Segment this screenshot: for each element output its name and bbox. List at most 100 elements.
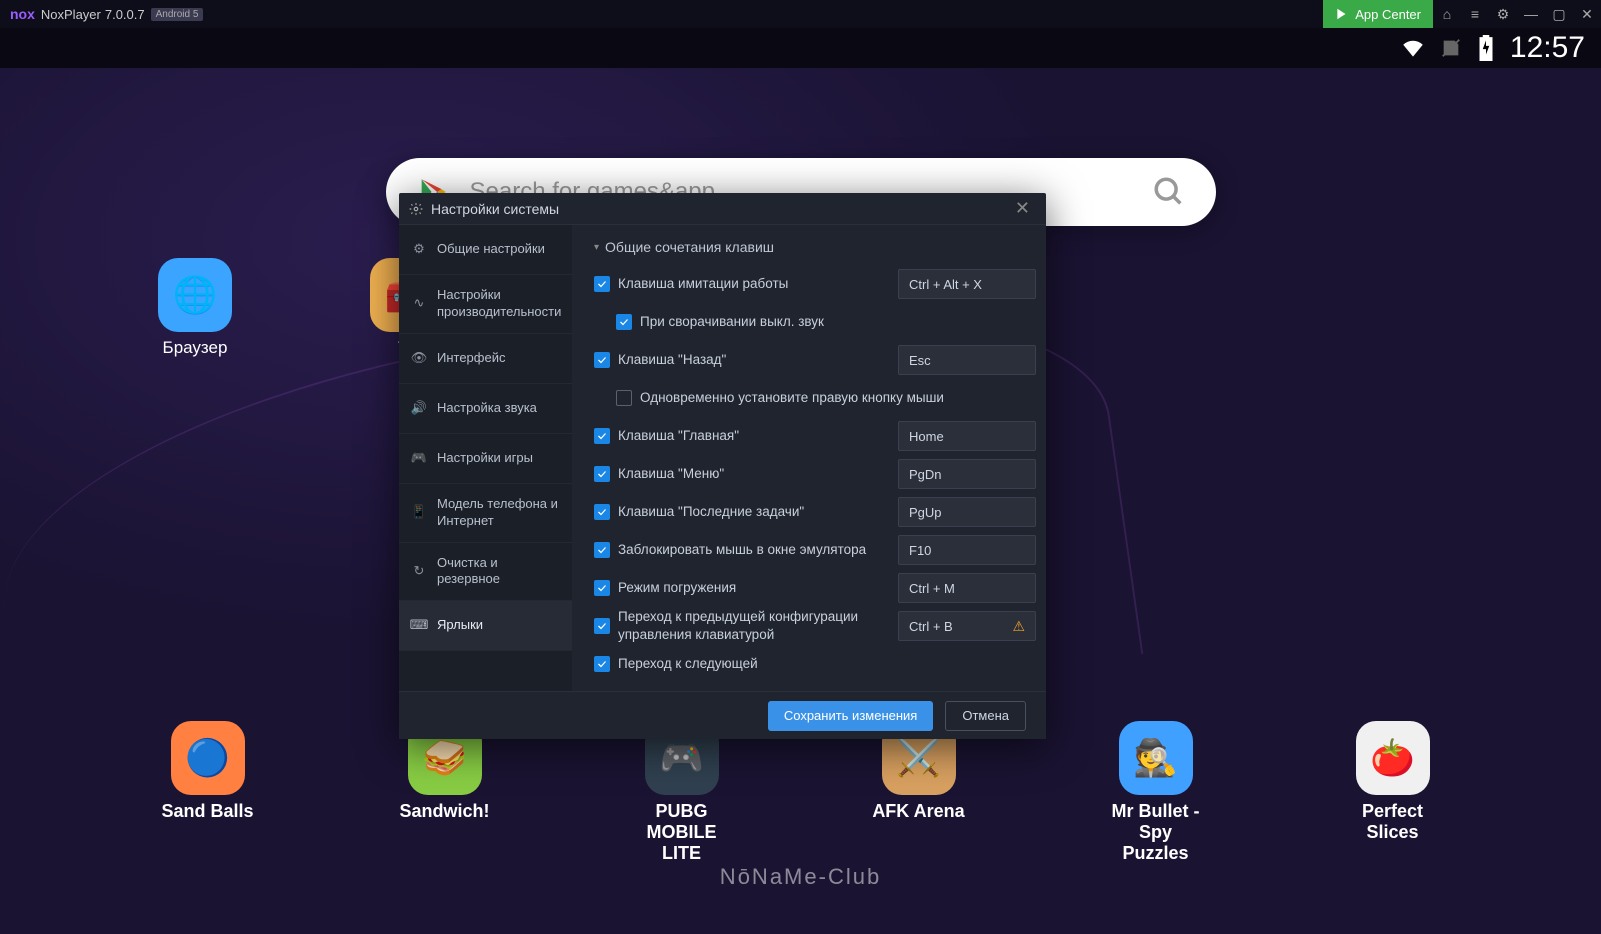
setting-label: Клавиша "Главная" — [618, 427, 890, 445]
sidebar-item[interactable]: 🔊 Настройка звука — [399, 384, 572, 434]
desktop: 🌐Браузер🧰To 🔵Sand Balls🥪Sandwich!🎮PUBG M… — [0, 68, 1601, 934]
sidebar-item[interactable]: 👁Интерфейс — [399, 334, 572, 384]
dialog-close-icon[interactable]: ✕ — [1009, 196, 1036, 221]
appcenter-button[interactable]: App Center — [1323, 0, 1433, 28]
setting-row: Режим погружения Ctrl + M — [594, 569, 1036, 607]
sidebar-label: Модель телефона и Интернет — [437, 496, 560, 530]
sidebar-label: Настройки производительности — [437, 287, 561, 321]
gear-icon — [409, 202, 423, 216]
app-label: Sand Balls — [161, 801, 253, 822]
sidebar-icon: 🎮 — [411, 450, 427, 466]
app-item[interactable]: 🔵 Sand Balls — [160, 721, 255, 864]
gear-icon[interactable]: ⚙ — [1489, 0, 1517, 28]
app-item[interactable]: 🌐Браузер — [160, 258, 230, 358]
key-input[interactable]: Esc — [898, 345, 1036, 375]
app-label: AFK Arena — [872, 801, 964, 822]
setting-row: Одновременно установите правую кнопку мы… — [594, 379, 1036, 417]
key-input[interactable]: Ctrl + Alt + X — [898, 269, 1036, 299]
sidebar-item[interactable]: ∿ Настройки производительности — [399, 275, 572, 334]
menu-icon[interactable]: ≡ — [1461, 0, 1489, 28]
setting-row: Клавиша "Главная" Home — [594, 417, 1036, 455]
setting-label: Заблокировать мышь в окне эмулятора — [618, 541, 890, 559]
key-input[interactable]: Ctrl + B⚠ — [898, 611, 1036, 641]
setting-row: Заблокировать мышь в окне эмулятора F10 — [594, 531, 1036, 569]
setting-label: Клавиша "Меню" — [618, 465, 890, 483]
checkbox[interactable] — [616, 390, 632, 406]
wifi-icon — [1400, 35, 1426, 61]
key-input[interactable]: PgUp — [898, 497, 1036, 527]
search-icon[interactable] — [1152, 175, 1186, 209]
key-input[interactable]: Home — [898, 421, 1036, 451]
checkbox[interactable] — [594, 656, 610, 672]
sidebar-icon: 🔊 — [411, 400, 427, 416]
app-item[interactable]: 🥪Sandwich! — [397, 721, 492, 864]
checkbox[interactable] — [594, 618, 610, 634]
app-icon: 🌐 — [158, 258, 232, 332]
sidebar-icon: ⚙ — [411, 242, 427, 258]
cancel-button[interactable]: Отмена — [945, 701, 1026, 731]
setting-label: Клавиша "Последние задачи" — [618, 503, 890, 521]
app-name: NoxPlayer — [41, 7, 101, 22]
sidebar-label: Очистка и резервное — [437, 555, 560, 589]
app-label: Mr Bullet - Spy Puzzles — [1108, 801, 1203, 864]
setting-row: Переход к предыдущей конфигурации управл… — [594, 607, 1036, 645]
key-input[interactable]: PgDn — [898, 459, 1036, 489]
app-version: 7.0.0.7 — [105, 7, 145, 22]
checkbox[interactable] — [594, 580, 610, 596]
setting-label: Режим погружения — [618, 579, 890, 597]
sidebar-label: Интерфейс — [437, 350, 505, 367]
sidebar-icon: ↻ — [411, 563, 427, 579]
setting-row: При сворачивании выкл. звук — [594, 303, 1036, 341]
dialog-footer: Сохранить изменения Отмена — [399, 691, 1046, 739]
app-icon: 🍅 — [1356, 721, 1430, 795]
key-input[interactable]: Ctrl + M — [898, 573, 1036, 603]
close-icon[interactable]: ✕ — [1573, 0, 1601, 28]
app-item[interactable]: 🎮PUBG MOBILE LITE — [634, 721, 729, 864]
section-header[interactable]: ▾ Общие сочетания клавиш — [594, 239, 1036, 255]
checkbox[interactable] — [594, 428, 610, 444]
setting-label: Клавиша "Назад" — [618, 351, 890, 369]
warning-icon: ⚠ — [1012, 618, 1025, 635]
android-statusbar: 12:57 — [0, 28, 1601, 68]
sidebar-item[interactable]: 📱Модель телефона и Интернет — [399, 484, 572, 543]
setting-label: Одновременно установите правую кнопку мы… — [640, 389, 1036, 407]
maximize-icon[interactable]: ▢ — [1545, 0, 1573, 28]
setting-row: Клавиша "Последние задачи" PgUp — [594, 493, 1036, 531]
app-icon: 🔵 — [171, 721, 245, 795]
sidebar-label: Настройки игры — [437, 450, 533, 467]
app-item[interactable]: 🍅 Perfect Slices — [1345, 721, 1440, 864]
sidebar-item[interactable]: ⌨ Ярлыки — [399, 601, 572, 651]
checkbox[interactable] — [594, 504, 610, 520]
sidebar-icon: ⌨ — [411, 618, 427, 634]
app-icon: 🕵️ — [1119, 721, 1193, 795]
save-button[interactable]: Сохранить изменения — [768, 701, 934, 731]
minimize-icon[interactable]: — — [1517, 0, 1545, 28]
sidebar-item[interactable]: 🎮 Настройки игры — [399, 434, 572, 484]
sidebar-icon: ∿ — [411, 296, 427, 312]
home-icon[interactable]: ⌂ — [1433, 0, 1461, 28]
app-item[interactable]: 🕵️Mr Bullet - Spy Puzzles — [1108, 721, 1203, 864]
setting-row: Клавиша "Назад" Esc — [594, 341, 1036, 379]
app-label: PUBG MOBILE LITE — [634, 801, 729, 864]
app-item[interactable]: ⚔️AFK Arena — [871, 721, 966, 864]
checkbox[interactable] — [594, 466, 610, 482]
checkbox[interactable] — [616, 314, 632, 330]
setting-label: Переход к предыдущей конфигурации управл… — [618, 608, 890, 644]
app-label: Sandwich! — [399, 801, 489, 822]
setting-label: Переход к следующей — [618, 655, 1036, 673]
key-input[interactable]: F10 — [898, 535, 1036, 565]
checkbox[interactable] — [594, 542, 610, 558]
sidebar-item[interactable]: ↻ Очистка и резервное — [399, 543, 572, 602]
checkbox[interactable] — [594, 276, 610, 292]
chevron-down-icon: ▾ — [594, 242, 599, 253]
sidebar-label: Ярлыки — [437, 617, 483, 634]
play-icon — [1335, 7, 1349, 21]
checkbox[interactable] — [594, 352, 610, 368]
sidebar-item[interactable]: ⚙Общие настройки — [399, 225, 572, 275]
android-badge: Android 5 — [151, 8, 204, 21]
setting-row: Клавиша "Меню" PgDn — [594, 455, 1036, 493]
titlebar: nox NoxPlayer 7.0.0.7 Android 5 App Cent… — [0, 0, 1601, 28]
app-label: Perfect Slices — [1345, 801, 1440, 843]
settings-dialog: Настройки системы ✕ ⚙Общие настройки∿Нас… — [399, 193, 1046, 739]
sidebar-label: Настройка звука — [437, 400, 537, 417]
